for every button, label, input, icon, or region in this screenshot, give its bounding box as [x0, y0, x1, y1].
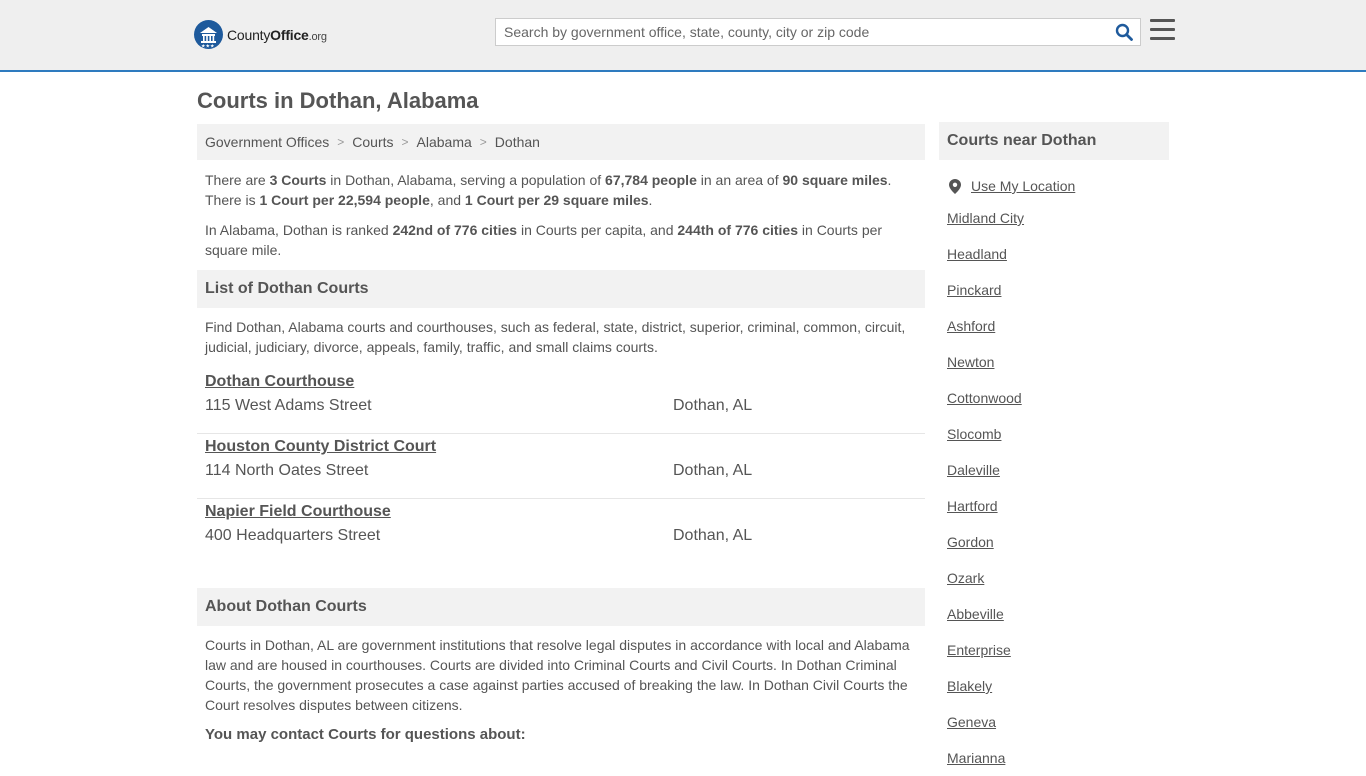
nearby-city-link[interactable]: Headland [947, 246, 1007, 262]
search-icon [1115, 23, 1133, 41]
capitol-logo-icon: ★★★ [194, 20, 223, 49]
contact-heading: You may contact Courts for questions abo… [205, 726, 526, 743]
nearby-city-link[interactable]: Enterprise [947, 642, 1011, 658]
list-item: Cottonwood [947, 380, 1169, 416]
court-address: 114 North Oates Street [205, 462, 369, 479]
search-button[interactable] [1108, 19, 1140, 45]
use-location-row: Use My Location [939, 178, 1169, 194]
court-address: 115 West Adams Street [205, 397, 372, 414]
court-list-item: Houston County District Court 114 North … [197, 434, 925, 499]
list-item: Gordon [947, 524, 1169, 560]
list-item: Marianna [947, 740, 1169, 776]
breadcrumb: Government Offices > Courts > Alabama > … [197, 124, 925, 160]
svg-text:★★★: ★★★ [201, 44, 215, 50]
court-city: Dothan, AL [673, 397, 753, 414]
nearby-city-link[interactable]: Abbeville [947, 606, 1004, 622]
court-address: 400 Headquarters Street [205, 527, 381, 544]
nearby-city-link[interactable]: Daleville [947, 462, 1000, 478]
about-body: Courts in Dothan, AL are government inst… [205, 637, 910, 713]
chevron-right-icon: > [337, 135, 345, 149]
court-city: Dothan, AL [673, 527, 753, 544]
nearby-city-link[interactable]: Cottonwood [947, 390, 1022, 406]
list-item: Headland [947, 236, 1169, 272]
search-bar [495, 18, 1141, 46]
court-list-item: Napier Field Courthouse 400 Headquarters… [197, 499, 925, 564]
court-list-item: Dothan Courthouse 115 West Adams Street … [197, 369, 925, 434]
map-pin-icon [949, 178, 961, 194]
intro-ranking: In Alabama, Dothan is ranked 242nd of 77… [205, 222, 883, 258]
nearby-city-link[interactable]: Ashford [947, 318, 995, 334]
list-description: Find Dothan, Alabama courts and courthou… [205, 319, 906, 355]
page-title: Courts in Dothan, Alabama [197, 88, 479, 113]
list-item: Newton [947, 344, 1169, 380]
breadcrumb-courts[interactable]: Courts [352, 134, 393, 150]
nearby-city-link[interactable]: Midland City [947, 210, 1024, 226]
nearby-cities-list: Midland City Headland Pinckard Ashford N… [939, 200, 1169, 776]
court-name-link[interactable]: Dothan Courthouse [205, 373, 354, 391]
sidebar-heading: Courts near Dothan [939, 122, 1169, 160]
list-item: Ashford [947, 308, 1169, 344]
logo-wordmark: CountyOffice.org [227, 26, 327, 43]
nearby-city-link[interactable]: Slocomb [947, 426, 1001, 442]
list-item: Hartford [947, 488, 1169, 524]
search-input[interactable] [496, 19, 1108, 45]
nearby-city-link[interactable]: Pinckard [947, 282, 1001, 298]
main-content: Government Offices > Courts > Alabama > … [197, 124, 925, 745]
list-item: Slocomb [947, 416, 1169, 452]
court-city: Dothan, AL [673, 462, 753, 479]
breadcrumb-alabama[interactable]: Alabama [417, 134, 472, 150]
use-my-location-link[interactable]: Use My Location [971, 178, 1075, 194]
about-section-heading: About Dothan Courts [197, 588, 925, 626]
court-list: Dothan Courthouse 115 West Adams Street … [197, 369, 925, 564]
nearby-city-link[interactable]: Blakely [947, 678, 992, 694]
top-bar: ★★★ CountyOffice.org [0, 0, 1366, 72]
breadcrumb-government-offices[interactable]: Government Offices [205, 134, 329, 150]
intro-stats: There are 3 Courts in Dothan, Alabama, s… [205, 172, 892, 208]
list-item: Daleville [947, 452, 1169, 488]
list-section-heading: List of Dothan Courts [197, 270, 925, 308]
chevron-right-icon: > [401, 135, 409, 149]
court-name-link[interactable]: Napier Field Courthouse [205, 503, 391, 521]
list-item: Midland City [947, 200, 1169, 236]
nearby-city-link[interactable]: Hartford [947, 498, 998, 514]
court-name-link[interactable]: Houston County District Court [205, 438, 436, 456]
hamburger-menu-icon[interactable] [1150, 19, 1175, 42]
nearby-city-link[interactable]: Geneva [947, 714, 996, 730]
chevron-right-icon: > [479, 135, 487, 149]
list-item: Blakely [947, 668, 1169, 704]
list-item: Enterprise [947, 632, 1169, 668]
nearby-city-link[interactable]: Marianna [947, 750, 1005, 766]
nearby-city-link[interactable]: Ozark [947, 570, 984, 586]
nearby-city-link[interactable]: Gordon [947, 534, 994, 550]
breadcrumb-dothan[interactable]: Dothan [495, 134, 540, 150]
sidebar: Courts near Dothan Use My Location Midla… [939, 122, 1169, 776]
list-item: Pinckard [947, 272, 1169, 308]
list-item: Ozark [947, 560, 1169, 596]
nearby-city-link[interactable]: Newton [947, 354, 994, 370]
list-item: Abbeville [947, 596, 1169, 632]
list-item: Geneva [947, 704, 1169, 740]
site-logo[interactable]: ★★★ CountyOffice.org [194, 20, 327, 49]
